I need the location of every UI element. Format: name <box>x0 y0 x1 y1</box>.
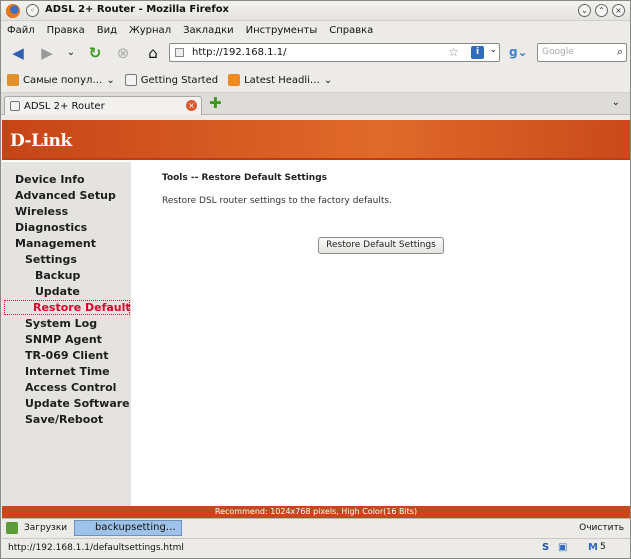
sidebar-item-restore-default[interactable]: Restore Default <box>4 300 131 315</box>
footer-recommend: Recommend: 1024x768 pixels, High Color(1… <box>2 506 630 518</box>
menu-history[interactable]: Журнал <box>129 25 171 36</box>
folder-icon <box>7 74 19 86</box>
sidebar-item-advanced-setup[interactable]: Advanced Setup <box>15 189 116 202</box>
bookmark-label: Самые попул… <box>23 74 103 86</box>
menu-tools[interactable]: Инструменты <box>246 25 318 36</box>
sidebar-item-device-info[interactable]: Device Info <box>15 173 85 186</box>
new-tab-icon[interactable]: ✚ <box>209 94 222 112</box>
menu-file[interactable]: Файл <box>7 25 35 36</box>
close-tab-icon[interactable]: × <box>186 100 197 111</box>
sidebar-item-backup[interactable]: Backup <box>35 269 80 282</box>
sidebar-item-snmp-agent[interactable]: SNMP Agent <box>25 333 102 346</box>
history-dropdown-icon[interactable]: ⌄ <box>61 43 81 63</box>
clear-downloads-button[interactable]: Очистить <box>579 523 624 533</box>
menu-view[interactable]: Вид <box>97 25 117 36</box>
tab-label: ADSL 2+ Router <box>24 100 105 112</box>
bookmark-star-icon[interactable]: ☆ <box>448 45 459 59</box>
status-bar: http://192.168.1.1/defaultsettings.html … <box>2 538 630 558</box>
firefox-logo-icon <box>6 4 20 18</box>
sidebar-item-management[interactable]: Management <box>15 237 96 250</box>
sidebar-item-save-reboot[interactable]: Save/Reboot <box>25 413 103 426</box>
restore-default-button[interactable]: Restore Default Settings <box>318 237 444 254</box>
menu-edit[interactable]: Правка <box>47 25 85 36</box>
page-title: Tools -- Restore Default Settings <box>162 173 328 183</box>
search-engine-icon[interactable]: g⌄ <box>509 45 528 59</box>
sidebar-item-diagnostics[interactable]: Diagnostics <box>15 221 87 234</box>
menu-bookmarks[interactable]: Закладки <box>183 25 234 36</box>
bookmark-latest-headlines[interactable]: Latest Headli… ⌄ <box>228 74 332 86</box>
reload-icon[interactable]: ↻ <box>85 43 105 63</box>
stop-icon[interactable]: ⊗ <box>113 43 133 63</box>
sidebar-item-update[interactable]: Update <box>35 285 80 298</box>
dlink-logo: D-Link <box>10 131 72 151</box>
bookmark-label: Latest Headli… <box>244 74 320 86</box>
home-icon[interactable]: ⌂ <box>143 43 163 63</box>
addon-icon[interactable]: ▣ <box>558 542 567 553</box>
url-dropdown-icon[interactable]: ⌄ <box>489 45 497 55</box>
window-menu-icon[interactable]: ◦ <box>26 4 39 17</box>
page-content: D-Link Device Info Advanced Setup Wirele… <box>2 120 630 518</box>
title-bar: ◦ ADSL 2+ Router - Mozilla Firefox ⌄ ⌃ × <box>1 1 630 21</box>
search-icon[interactable]: ⌕ <box>617 45 623 59</box>
sidebar-item-wireless[interactable]: Wireless <box>15 205 68 218</box>
downloads-bar: Загрузки backupsetting… Очистить <box>2 518 630 537</box>
bookmarks-toolbar: Самые попул… ⌄ Getting Started Latest Hea… <box>1 68 630 93</box>
page-icon <box>124 74 137 86</box>
close-icon[interactable]: × <box>612 4 625 17</box>
search-placeholder: Google <box>542 47 574 57</box>
minimize-icon[interactable]: ⌄ <box>578 4 591 17</box>
url-text[interactable]: http://192.168.1.1/ <box>192 47 286 58</box>
mail-count: 5 <box>600 542 606 552</box>
tab-list-icon[interactable]: ⌄ <box>612 97 620 108</box>
main-panel: Tools -- Restore Default Settings Restor… <box>162 173 444 254</box>
mail-icon[interactable]: M <box>588 542 598 553</box>
sidebar: Device Info Advanced Setup Wireless Diag… <box>2 162 131 506</box>
sidebar-item-access-control[interactable]: Access Control <box>25 381 116 394</box>
back-icon[interactable]: ◀ <box>8 43 28 63</box>
site-favicon-icon <box>175 48 184 57</box>
dlink-banner: D-Link <box>2 120 630 160</box>
sidebar-item-system-log[interactable]: System Log <box>25 317 97 330</box>
menu-bar: Файл Правка Вид Журнал Закладки Инструме… <box>1 21 630 39</box>
sidebar-item-internet-time[interactable]: Internet Time <box>25 365 110 378</box>
sidebar-item-update-software[interactable]: Update Software <box>25 397 130 410</box>
sidebar-item-tr069-client[interactable]: TR-069 Client <box>25 349 109 362</box>
menu-help[interactable]: Справка <box>329 25 373 36</box>
bookmark-label: Getting Started <box>140 74 219 86</box>
download-item[interactable]: backupsetting… <box>74 520 182 536</box>
window-title: ADSL 2+ Router - Mozilla Firefox <box>45 4 230 15</box>
sidebar-item-settings[interactable]: Settings <box>25 253 77 266</box>
status-url: http://192.168.1.1/defaultsettings.html <box>8 543 184 553</box>
bookmark-getting-started[interactable]: Getting Started <box>124 74 219 86</box>
navigation-toolbar: ◀ ▶ ⌄ ↻ ⊗ ⌂ http://192.168.1.1/ ☆ i ⌄ g⌄… <box>1 39 630 68</box>
page-description: Restore DSL router settings to the facto… <box>162 196 392 206</box>
search-input[interactable]: Google ⌕ <box>537 43 627 62</box>
forward-icon[interactable]: ▶ <box>37 43 57 63</box>
browser-window: ◦ ADSL 2+ Router - Mozilla Firefox ⌄ ⌃ ×… <box>0 0 631 559</box>
page-info-icon[interactable]: i <box>471 46 484 59</box>
url-bar[interactable]: http://192.168.1.1/ ☆ i ⌄ <box>169 43 500 62</box>
downloads-label: Загрузки <box>24 523 68 533</box>
tab-adsl-router[interactable]: ADSL 2+ Router × <box>4 96 202 115</box>
bookmark-most-visited[interactable]: Самые попул… ⌄ <box>7 74 115 86</box>
downloads-icon <box>6 522 18 534</box>
tab-bar: ADSL 2+ Router × ✚ ⌄ <box>1 93 630 115</box>
skype-icon[interactable]: S <box>542 542 549 553</box>
page-icon <box>10 101 20 111</box>
rss-icon <box>228 74 241 86</box>
maximize-icon[interactable]: ⌃ <box>595 4 608 17</box>
